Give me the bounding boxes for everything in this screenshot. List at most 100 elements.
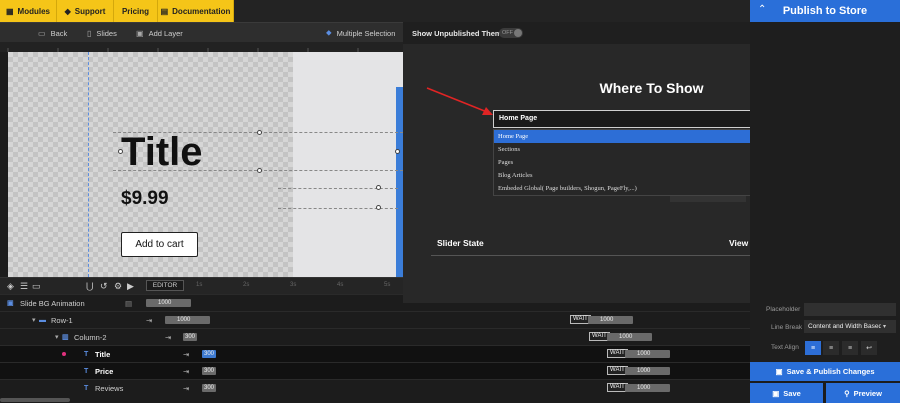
preview-label: Preview <box>853 388 882 398</box>
placeholder-input[interactable] <box>804 303 896 316</box>
blue-column-strip <box>396 87 403 277</box>
duration-bar[interactable]: 300 <box>202 367 216 375</box>
row-label: Row-1 <box>51 315 73 325</box>
book-icon: ▤ <box>160 6 169 16</box>
show-unpublished-label: Show Unpublished Themes <box>412 29 510 38</box>
timeline-row-title[interactable]: T Title ⇥ 300 WAIT 1000 <box>0 345 750 362</box>
timeline-row-row-1[interactable]: ▾ ▬ Row-1 ⇥ 1000 WAIT 1000 <box>0 311 750 328</box>
list-icon[interactable]: ☰ <box>20 281 28 292</box>
align-center-icon[interactable]: ≡ <box>823 341 839 355</box>
duration-bar[interactable]: 300 <box>183 333 197 341</box>
folder-icon[interactable]: ▭ <box>32 281 41 292</box>
align-left-icon[interactable]: ≡ <box>805 341 821 355</box>
collapse-icon[interactable]: ▾ <box>32 316 36 324</box>
slides-icon: ▯ <box>87 28 92 38</box>
grid-icon: ▦ <box>5 6 14 16</box>
play-icon[interactable]: ▶ <box>127 281 134 292</box>
row-label: Slide BG Animation <box>20 298 85 308</box>
annotation-arrow-icon <box>426 87 493 115</box>
support-icon: ◆ <box>64 6 71 16</box>
save-icon: ▣ <box>775 367 783 376</box>
save-icon: ▣ <box>772 388 780 398</box>
timeline-row-reviews[interactable]: T Reviews ⇥ 300 WAIT 1000 <box>0 379 750 396</box>
text-icon: T <box>84 367 89 375</box>
wait-duration-bar[interactable]: 1000 <box>625 350 670 358</box>
layers-icon[interactable]: ◈ <box>7 281 14 292</box>
row-icon: ▬ <box>39 316 46 324</box>
duration-bar[interactable]: 300 <box>202 384 216 392</box>
top-navigation: ▦ Modules ◆ Support Pricing ▤ Documentat… <box>0 0 750 22</box>
duration-bar[interactable]: 1000 <box>165 316 210 324</box>
publish-to-store-button[interactable]: ⌃ Publish to Store <box>750 0 900 22</box>
modules-label: Modules <box>17 6 50 16</box>
duration-bar[interactable]: 300 <box>202 350 216 358</box>
align-icon: ⇥ <box>165 332 172 342</box>
multiple-selection-button[interactable]: ⬥ Multiple Selection <box>326 23 395 43</box>
support-label: Support <box>74 6 106 16</box>
documentation-label: Documentation <box>172 6 231 16</box>
save-and-publish-button[interactable]: ▣ Save & Publish Changes <box>750 362 900 381</box>
time-tick: 4s <box>337 282 344 288</box>
slides-button[interactable]: ▯ Slides <box>87 23 117 43</box>
collapse-icon[interactable]: ▾ <box>55 333 59 341</box>
editor-toolbar: ▭ Back ▯ Slides ▣ Add Layer ⬥ Multiple S… <box>0 22 403 42</box>
align-right-icon[interactable]: ≡ <box>842 341 858 355</box>
duration-bar[interactable]: 1000 <box>146 299 191 307</box>
preview-button[interactable]: ⚲ Preview <box>826 383 900 403</box>
wait-duration-bar[interactable]: 1000 <box>588 316 633 324</box>
layers-icon: ▣ <box>136 28 144 38</box>
modules-button[interactable]: ▦ Modules <box>0 0 57 22</box>
slide-price-layer[interactable]: $9.99 <box>121 188 169 210</box>
editor-mode-button[interactable]: EDITOR <box>146 280 184 291</box>
show-unpublished-toggle[interactable]: OFF <box>499 28 523 38</box>
back-button[interactable]: ▭ Back <box>38 23 67 43</box>
resize-handle[interactable] <box>257 130 262 135</box>
slide-canvas[interactable]: Title $9.99 Add to cart <box>8 52 403 277</box>
timeline-row-price[interactable]: T Price ⇥ 300 WAIT 1000 <box>0 362 750 379</box>
add-to-cart-button[interactable]: Add to cart <box>121 232 198 257</box>
save-label: Save <box>783 388 801 398</box>
slide-title-layer[interactable]: Title <box>121 130 203 175</box>
add-layer-button[interactable]: ▣ Add Layer <box>136 23 183 43</box>
back-label: Back <box>50 28 68 38</box>
multiple-selection-label: Multiple Selection <box>336 28 396 38</box>
horizontal-scrollbar[interactable] <box>0 398 70 402</box>
align-icon: ⇥ <box>183 366 190 376</box>
text-icon: T <box>84 384 89 392</box>
line-break-label: Line Break <box>771 324 803 331</box>
image-icon: ▣ <box>7 300 14 307</box>
wait-duration-bar[interactable]: 1000 <box>625 367 670 375</box>
active-dot <box>62 352 66 356</box>
back-icon: ▭ <box>38 28 46 38</box>
timeline-row-column-2[interactable]: ▾ ▥ Column-2 ⇥ 300 WAIT 1000 <box>0 328 750 345</box>
row-label: Reviews <box>95 383 124 393</box>
time-tick: 5s <box>384 282 391 288</box>
documentation-button[interactable]: ▤ Documentation <box>158 0 234 22</box>
support-button[interactable]: ◆ Support <box>57 0 114 22</box>
save-button[interactable]: ▣ Save <box>750 383 823 403</box>
slider-state-header: Slider State <box>437 238 484 248</box>
wait-duration-bar[interactable]: 1000 <box>607 333 652 341</box>
cursor-icon: ⬥ <box>326 28 332 37</box>
pricing-button[interactable]: Pricing <box>114 0 158 22</box>
select-value: Home Page <box>499 115 538 122</box>
resize-handle[interactable] <box>257 168 262 173</box>
time-tick: 1s <box>196 282 203 288</box>
canvas-content-area <box>293 52 403 277</box>
magnet-icon[interactable]: ⋃ <box>86 281 93 292</box>
time-tick: 2s <box>243 282 250 288</box>
pricing-label: Pricing <box>121 6 150 16</box>
wait-duration-bar[interactable]: 1000 <box>625 384 670 392</box>
row-label: Column-2 <box>74 332 107 342</box>
add-layer-label: Add Layer <box>148 28 183 38</box>
chevron-down-icon: ▾ <box>881 323 887 330</box>
search-icon: ⚲ <box>844 388 850 398</box>
resize-handle[interactable] <box>376 185 381 190</box>
gear-icon[interactable]: ⚙ <box>114 281 122 292</box>
placeholder-label: Placeholder <box>766 306 801 313</box>
resize-handle[interactable] <box>395 149 400 154</box>
undo-icon[interactable]: ↺ <box>100 281 108 292</box>
publish-label: Publish to Store <box>782 5 868 17</box>
resize-handle[interactable] <box>376 205 381 210</box>
align-reset-icon[interactable]: ↩ <box>861 341 877 355</box>
